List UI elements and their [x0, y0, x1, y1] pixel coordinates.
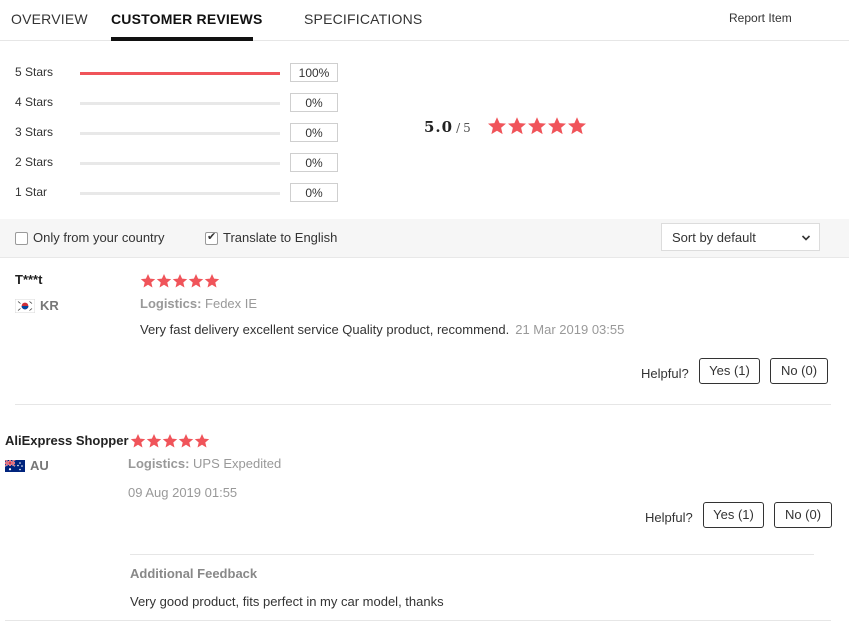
- logistics-value: Fedex IE: [205, 296, 258, 311]
- tab-overview[interactable]: OVERVIEW: [11, 11, 88, 27]
- rating-percent: 100%: [290, 63, 338, 82]
- average-max: 5: [463, 121, 471, 135]
- reviewer-name: T***t: [15, 272, 43, 287]
- rating-label: 5 Stars: [15, 65, 54, 79]
- sort-selected-value: Sort by default: [672, 230, 756, 245]
- helpful-no-button[interactable]: No (0): [774, 502, 832, 528]
- average-rating: 5.0/5: [424, 118, 471, 136]
- review-date: 09 Aug 2019 01:55: [128, 485, 238, 500]
- star-icon: [172, 273, 188, 289]
- review-divider: [15, 404, 831, 405]
- helpful-label: Helpful?: [645, 510, 693, 525]
- additional-feedback-divider: [130, 554, 814, 555]
- average-separator: /: [456, 121, 461, 135]
- rating-percent: 0%: [290, 153, 338, 172]
- rating-row-5: 5 Stars 100%: [0, 62, 360, 84]
- star-icon: [204, 273, 220, 289]
- star-icon: [130, 433, 146, 449]
- rating-label: 1 Star: [15, 185, 48, 199]
- only-country-checkbox[interactable]: [15, 232, 28, 245]
- rating-label: 4 Stars: [15, 95, 54, 109]
- rating-row-1: 1 Star 0%: [0, 182, 360, 204]
- review-body: Very fast delivery excellent service Qua…: [140, 322, 510, 337]
- reviewer-country: AU: [30, 458, 49, 473]
- star-icon: [140, 273, 156, 289]
- flag-au-icon: [4, 459, 25, 474]
- helpful-yes-button[interactable]: Yes (1): [699, 358, 760, 384]
- star-icon: [188, 273, 204, 289]
- review-stars: [140, 273, 220, 292]
- logistics-label: Logistics:: [128, 456, 190, 471]
- tab-customer-reviews[interactable]: CUSTOMER REVIEWS: [111, 11, 263, 27]
- review-text: Very fast delivery excellent service Qua…: [140, 322, 624, 337]
- additional-feedback-title: Additional Feedback: [130, 566, 258, 581]
- review-stars: [130, 433, 210, 452]
- helpful-yes-button[interactable]: Yes (1): [703, 502, 764, 528]
- tab-bar: OVERVIEW CUSTOMER REVIEWS SPECIFICATIONS…: [0, 0, 849, 41]
- active-tab-underline: [111, 37, 253, 41]
- star-icon: [146, 433, 162, 449]
- rating-bar-track: [80, 102, 280, 105]
- rating-bar-track: [80, 162, 280, 165]
- star-icon: [547, 116, 567, 136]
- rating-row-3: 3 Stars 0%: [0, 122, 360, 144]
- star-icon: [156, 273, 172, 289]
- rating-percent: 0%: [290, 123, 338, 142]
- report-item-link[interactable]: Report Item: [729, 11, 792, 25]
- reviewer-country: KR: [40, 298, 59, 313]
- logistics-label: Logistics:: [140, 296, 202, 311]
- star-icon: [162, 433, 178, 449]
- sort-select[interactable]: Sort by default: [661, 223, 820, 251]
- helpful-no-button[interactable]: No (0): [770, 358, 828, 384]
- review-divider: [5, 620, 831, 621]
- average-value: 5.0: [424, 118, 454, 136]
- rating-percent: 0%: [290, 93, 338, 112]
- star-icon: [507, 116, 527, 136]
- average-stars: [487, 116, 587, 139]
- logistics-info: Logistics: UPS Expedited: [128, 456, 281, 471]
- star-icon: [567, 116, 587, 136]
- review-date: 21 Mar 2019 03:55: [515, 322, 625, 337]
- star-icon: [178, 433, 194, 449]
- only-country-label[interactable]: Only from your country: [33, 230, 165, 245]
- logistics-value: UPS Expedited: [193, 456, 282, 471]
- flag-kr-icon: [14, 298, 36, 314]
- rating-label: 2 Stars: [15, 155, 54, 169]
- logistics-info: Logistics: Fedex IE: [140, 296, 257, 311]
- additional-feedback-text: Very good product, fits perfect in my ca…: [130, 594, 444, 609]
- rating-row-2: 2 Stars 0%: [0, 152, 360, 174]
- rating-label: 3 Stars: [15, 125, 54, 139]
- star-icon: [487, 116, 507, 136]
- star-icon: [527, 116, 547, 136]
- rating-percent: 0%: [290, 183, 338, 202]
- translate-label[interactable]: Translate to English: [223, 230, 337, 245]
- translate-checkbox[interactable]: ✔: [205, 231, 218, 245]
- rating-bar-track: [80, 192, 280, 195]
- rating-bar-fill: [80, 72, 280, 75]
- tab-specifications[interactable]: SPECIFICATIONS: [304, 11, 422, 27]
- rating-row-4: 4 Stars 0%: [0, 92, 360, 114]
- reviewer-name: AliExpress Shopper: [5, 433, 129, 448]
- rating-bar-track: [80, 132, 280, 135]
- helpful-label: Helpful?: [641, 366, 689, 381]
- chevron-down-icon: [801, 229, 811, 250]
- rating-bar-track: [80, 72, 280, 75]
- filter-bar: Only from your country ✔ Translate to En…: [0, 219, 849, 258]
- checkmark-icon: ✔: [207, 231, 217, 243]
- star-icon: [194, 433, 210, 449]
